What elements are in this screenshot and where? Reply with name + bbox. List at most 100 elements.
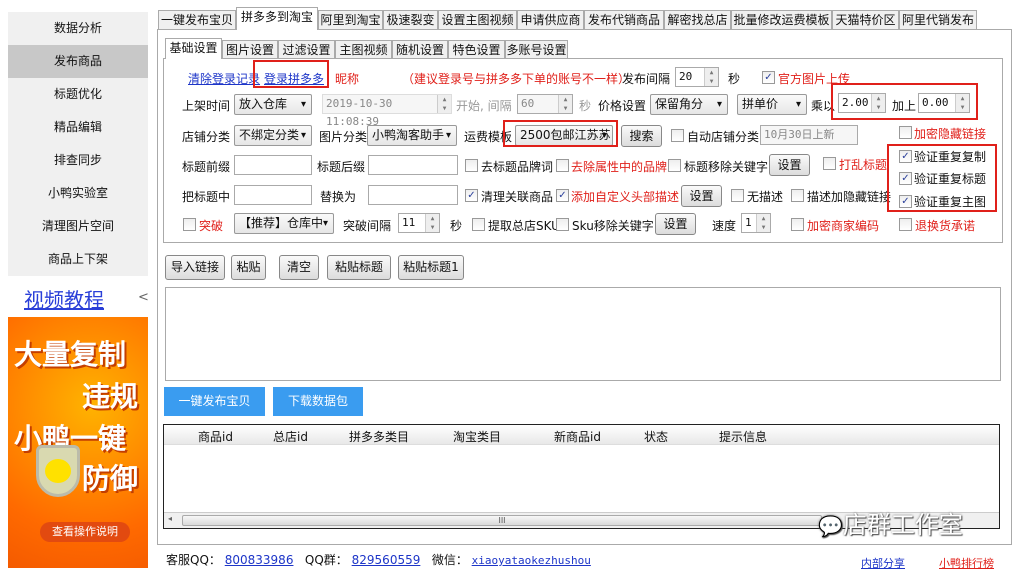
clear-button[interactable]: 清空 xyxy=(279,255,319,280)
sidebar-item-publish[interactable]: 发布商品 xyxy=(8,45,148,78)
replace-to-input[interactable] xyxy=(368,185,458,205)
paste-button[interactable]: 粘贴 xyxy=(231,255,266,280)
tab-random[interactable]: 随机设置 xyxy=(392,40,448,59)
paste-title-button[interactable]: 粘贴标题 xyxy=(327,255,391,280)
search-button[interactable]: 搜索 xyxy=(621,125,662,147)
col-new-product-id[interactable]: 新商品id xyxy=(554,428,601,445)
tab-find-store[interactable]: 解密找总店 xyxy=(664,10,731,29)
tab-feature[interactable]: 特色设置 xyxy=(448,40,505,59)
sidebar-item-listing[interactable]: 商品上下架 xyxy=(8,243,148,276)
datetime-input[interactable]: 2019-10-30 11:08:39 ▲ ▼ xyxy=(322,94,452,128)
verify-title-checkbox[interactable]: ✓ xyxy=(899,172,912,185)
title-remove-kw-checkbox[interactable] xyxy=(668,159,681,172)
clean-related-checkbox[interactable]: ✓ xyxy=(465,189,478,202)
auto-cat-input[interactable]: 10月30日上新 xyxy=(760,125,858,145)
tab-main-video[interactable]: 设置主图视频 xyxy=(438,10,517,29)
links-textarea[interactable] xyxy=(165,287,1001,381)
tab-ali-to-taobao[interactable]: 阿里到淘宝 xyxy=(318,10,383,29)
remove-brand-attr-checkbox[interactable] xyxy=(556,159,569,172)
encrypt-code-checkbox[interactable] xyxy=(791,218,804,231)
tab-supplier[interactable]: 申请供应商 xyxy=(517,10,584,29)
sku-settings-button[interactable]: 设置 xyxy=(655,213,696,235)
qq-link[interactable]: 800833986 xyxy=(225,553,294,567)
shop-cat-select[interactable]: 不绑定分类 xyxy=(234,125,312,146)
suffix-input[interactable] xyxy=(368,155,458,175)
add-input[interactable]: 0.00 ▲ ▼ xyxy=(918,93,970,113)
price-mode-select[interactable]: 保留角分 xyxy=(650,94,728,115)
extract-sku-checkbox[interactable] xyxy=(472,218,485,231)
tab-fast-split[interactable]: 极速裂变 xyxy=(383,10,438,29)
collapse-chevron-icon[interactable]: < xyxy=(138,290,149,305)
sidebar-item-edit[interactable]: 精品编辑 xyxy=(8,111,148,144)
sidebar-item-data-analysis[interactable]: 数据分析 xyxy=(8,12,148,45)
promo-banner[interactable]: 大量复制 违规 小鸭一键 防御 查看操作说明 xyxy=(8,317,148,568)
freight-select[interactable]: 2500包邮江苏苏 xyxy=(515,125,613,146)
download-package-button[interactable]: 下载数据包 xyxy=(273,387,363,416)
start-interval-label: 开始, 间隔 xyxy=(456,99,512,113)
img-cat-select[interactable]: 小鸭淘客助手 xyxy=(367,125,457,146)
video-tutorial-link[interactable]: 视频教程 xyxy=(24,284,104,313)
custom-header-checkbox[interactable]: ✓ xyxy=(556,189,569,202)
scrollbar-thumb[interactable]: III xyxy=(182,515,822,526)
tab-video[interactable]: 主图视频 xyxy=(335,40,392,59)
internal-share-link[interactable]: 内部分享 xyxy=(861,555,905,571)
official-img-checkbox[interactable]: ✓ xyxy=(762,71,775,84)
breakthrough-checkbox[interactable] xyxy=(183,218,196,231)
bt-interval-input[interactable]: 11 ▲ ▼ xyxy=(398,213,440,233)
paste-title1-button[interactable]: 粘贴标题1 xyxy=(398,255,464,280)
qq-group-link[interactable]: 829560559 xyxy=(352,553,421,567)
prefix-input[interactable] xyxy=(234,155,312,175)
replace-from-input[interactable] xyxy=(234,185,312,205)
import-link-button[interactable]: 导入链接 xyxy=(165,255,225,280)
desc-hidden-link-checkbox[interactable] xyxy=(791,189,804,202)
clear-login-link[interactable]: 清除登录记录 xyxy=(188,70,260,87)
custom-header-settings-button[interactable]: 设置 xyxy=(681,185,722,207)
breakthrough-mode-select[interactable]: 【推荐】仓库中 xyxy=(234,213,334,234)
price-base-select[interactable]: 拼单价 xyxy=(737,94,807,115)
tab-one-click-publish[interactable]: 一键发布宝贝 xyxy=(158,10,236,29)
tab-freight-template[interactable]: 批量修改运费模板 xyxy=(731,10,832,29)
verify-main-img-checkbox[interactable]: ✓ xyxy=(899,195,912,208)
shuffle-title-checkbox[interactable] xyxy=(823,157,836,170)
no-desc-checkbox[interactable] xyxy=(731,189,744,202)
start-interval-input[interactable]: 60 ▲ ▼ xyxy=(517,94,573,114)
sidebar-item-title-optimize[interactable]: 标题优化 xyxy=(8,78,148,111)
tab-basic[interactable]: 基础设置 xyxy=(165,38,222,59)
login-pdd-link[interactable]: 登录拼多多 xyxy=(264,70,324,87)
verify-copy-label: 验证重复复制 xyxy=(914,150,987,164)
col-status[interactable]: 状态 xyxy=(644,428,668,445)
tab-pdd-to-taobao[interactable]: 拼多多到淘宝 xyxy=(236,7,318,30)
sku-remove-kw-checkbox[interactable] xyxy=(556,218,569,231)
tab-image[interactable]: 图片设置 xyxy=(222,40,278,59)
col-message[interactable]: 提示信息 xyxy=(719,428,767,445)
col-pdd-category[interactable]: 拼多多类目 xyxy=(349,428,409,445)
list-time-select[interactable]: 放入仓库 xyxy=(234,94,312,115)
sidebar-item-sync[interactable]: 排查同步 xyxy=(8,144,148,177)
tab-ali-consign[interactable]: 阿里代销发布 xyxy=(899,10,977,29)
tab-multi-account[interactable]: 多账号设置 xyxy=(505,40,568,59)
return-promise-label: 退换货承诺 xyxy=(915,219,976,233)
title-kw-settings-button[interactable]: 设置 xyxy=(769,154,810,176)
sidebar-item-lab[interactable]: 小鸭实验室 xyxy=(8,177,148,210)
one-click-publish-button[interactable]: 一键发布宝贝 xyxy=(164,387,265,416)
tab-consign-publish[interactable]: 发布代销商品 xyxy=(584,10,664,29)
ranking-link[interactable]: 小鸭排行榜 xyxy=(939,555,994,571)
verify-copy-checkbox[interactable]: ✓ xyxy=(899,150,912,163)
interval-input[interactable]: 20 ▲ ▼ xyxy=(675,67,719,87)
col-taobao-category[interactable]: 淘宝类目 xyxy=(453,428,501,445)
scroll-left-icon[interactable]: ◂ xyxy=(168,514,172,523)
tab-tmall-special[interactable]: 天猫特价区 xyxy=(832,10,899,29)
col-store-id[interactable]: 总店id xyxy=(273,428,308,445)
wechat-link[interactable]: xiaoyataokezhushou xyxy=(472,554,591,567)
encrypt-link-checkbox[interactable] xyxy=(899,126,912,139)
multiply-input[interactable]: 2.00 ▲ ▼ xyxy=(838,93,886,113)
auto-cat-checkbox[interactable] xyxy=(671,129,684,142)
banner-instructions-button[interactable]: 查看操作说明 xyxy=(40,522,130,542)
sidebar-item-clean-images[interactable]: 清理图片空间 xyxy=(8,210,148,243)
return-promise-checkbox[interactable] xyxy=(899,218,912,231)
tab-filter[interactable]: 过滤设置 xyxy=(278,40,335,59)
shuffle-title-label: 打乱标题 xyxy=(839,158,888,172)
remove-brand-title-checkbox[interactable] xyxy=(465,159,478,172)
col-product-id[interactable]: 商品id xyxy=(198,428,233,445)
speed-input[interactable]: 1 ▲ ▼ xyxy=(741,213,771,233)
